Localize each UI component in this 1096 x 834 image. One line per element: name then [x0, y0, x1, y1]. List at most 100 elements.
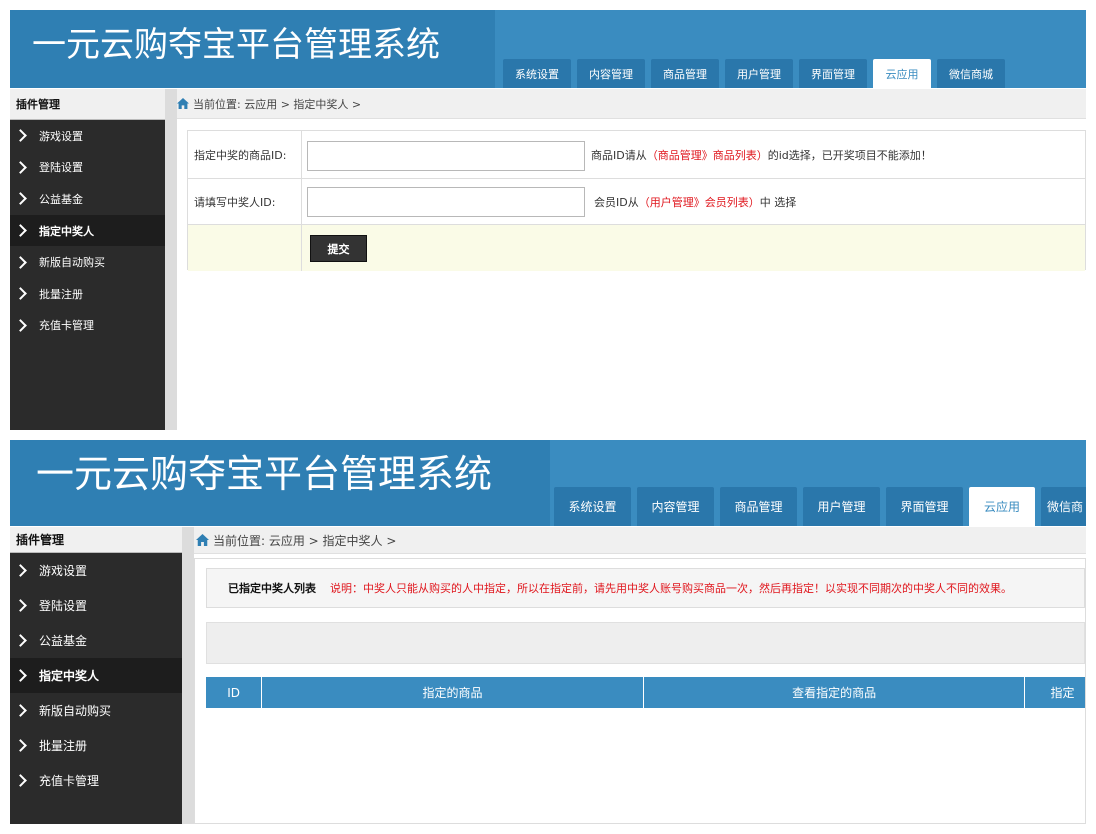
goods-hint-suffix: 的id选择，已开奖项目不能添加！ [767, 149, 932, 162]
sidebar2-item-label: 批量注册 [39, 739, 88, 753]
top-header: 一元云购夺宝平台管理系统 系统设置 内容管理 商品管理 用户管理 界面管理 云应用 微信商城 [10, 10, 1086, 88]
chevron-right-icon [14, 161, 27, 174]
sidebar2-item-label: 公益基金 [39, 634, 88, 648]
submit-row-label [188, 225, 302, 271]
chevron-right-icon [14, 564, 27, 577]
nav2-tab-2[interactable]: 商品管理 [720, 487, 797, 526]
sidebar-item-1[interactable]: 登陆设置 [10, 152, 165, 184]
submit-button[interactable]: 提交 [310, 235, 367, 262]
breadcrumb-text-2: 当前位置: 云应用 > 指定中奖人 > [213, 533, 397, 548]
sidebar2-item-1[interactable]: 登陆设置 [10, 588, 182, 623]
column-header-3: 指定 [1050, 686, 1075, 700]
nav2-tab-0[interactable]: 系统设置 [554, 487, 631, 526]
chevron-right-icon [14, 192, 27, 206]
sidebar-item-label: 充值卡管理 [39, 319, 94, 333]
column-header-2: 查看指定的商品 [644, 677, 1026, 708]
sidebar2-item-0[interactable]: 游戏设置 [10, 553, 182, 588]
nav2-tab-5[interactable]: 云应用 [969, 487, 1035, 526]
winner-list-panel: 已指定中奖人列表 说明：中奖人只能从购买的人中指定，所以在指定前，请先用中奖人账… [194, 558, 1086, 824]
main-nav-2: 系统设置 内容管理 商品管理 用户管理 界面管理 云应用 微信商 [554, 487, 1086, 526]
breadcrumb: 当前位置: 云应用 > 指定中奖人 > [177, 89, 1086, 119]
sidebar2-item-5[interactable]: 批量注册 [10, 728, 182, 763]
sidebar2-item-6[interactable]: 充值卡管理 [10, 763, 182, 798]
sidebar2-item-3[interactable]: 指定中奖人 [10, 658, 182, 693]
sidebar-title: 插件管理 [10, 89, 165, 120]
sidebar-item-5[interactable]: 批量注册 [10, 278, 165, 310]
sidebar-item-2[interactable]: 公益基金 [10, 183, 165, 215]
nav-tab-4[interactable]: 界面管理 [799, 59, 867, 88]
column-header-0: ID [206, 677, 263, 708]
member-id-row: 请填写中奖人ID: 会员ID从 （用户管理》会员列表）中 选择 [188, 179, 1085, 225]
chevron-right-icon [14, 634, 27, 647]
nav-tab-5[interactable]: 云应用 [873, 59, 931, 88]
nav2-tab-4[interactable]: 界面管理 [886, 487, 963, 526]
member-hint-suffix: 中 选择 [759, 196, 797, 209]
app-title: 一元云购夺宝平台管理系统 [10, 10, 495, 88]
nav-tab-2[interactable]: 商品管理 [651, 59, 719, 88]
sidebar-item-4[interactable]: 新版自动购买 [10, 246, 165, 278]
sidebar-menu: 游戏设置登陆设置公益基金指定中奖人新版自动购买 批量注册充值卡管理 [10, 120, 165, 341]
chevron-right-icon [14, 224, 27, 237]
sidebar2-item-label: 登陆设置 [39, 599, 88, 613]
app-title-2: 一元云购夺宝平台管理系统 [10, 440, 550, 526]
goods-id-input[interactable] [307, 141, 585, 171]
breadcrumb-2: 当前位置: 云应用 > 指定中奖人 > [194, 527, 1086, 554]
member-list-link[interactable]: （用户管理》会员列表） [639, 194, 760, 210]
sidebar-splitter[interactable] [165, 89, 177, 430]
chevron-right-icon [14, 669, 27, 682]
goods-list-link[interactable]: （商品管理》商品列表） [647, 147, 768, 163]
sidebar-title-2: 插件管理 [10, 527, 182, 553]
main-nav: 系统设置 内容管理 商品管理 用户管理 界面管理 云应用 微信商城 [503, 59, 1005, 88]
column-header-1: 指定的商品 [262, 677, 644, 708]
home-icon[interactable] [196, 534, 209, 546]
sidebar-item-label: 公益基金 [39, 192, 83, 206]
member-id-input[interactable] [307, 187, 585, 217]
chevron-right-icon [14, 129, 27, 143]
sidebar2-item-label: 充值卡管理 [39, 774, 100, 788]
chevron-right-icon [14, 774, 27, 787]
sidebar2-item-label: 新版自动购买 [39, 704, 112, 718]
chevron-right-icon [14, 287, 27, 301]
nav-tab-3[interactable]: 用户管理 [725, 59, 793, 88]
chevron-right-icon [14, 318, 27, 332]
breadcrumb-text: 当前位置: 云应用 > 指定中奖人 > [193, 97, 362, 111]
sidebar2-item-4[interactable]: 新版自动购买 [10, 693, 182, 728]
top-header-2: 一元云购夺宝平台管理系统 系统设置 内容管理 商品管理 用户管理 界面管理 云应用 微信商 [10, 440, 1086, 526]
winner-table-header: ID 指定的商品 查看指定的商品 指定 [206, 677, 1085, 708]
nav2-tab-1[interactable]: 内容管理 [637, 487, 714, 526]
nav-tab-6[interactable]: 微信商城 [937, 59, 1005, 88]
nav2-tab-6[interactable]: 微信商 [1041, 487, 1086, 526]
nav-tab-0[interactable]: 系统设置 [503, 59, 571, 88]
sidebar-item-label: 新版自动购买 [39, 256, 105, 270]
goods-id-label: 指定中奖的商品ID: [188, 131, 302, 178]
chevron-right-icon [14, 599, 27, 612]
winner-list-description: 说明：中奖人只能从购买的人中指定，所以在指定前，请先用中奖人账号购买商品一次，然… [330, 582, 1012, 595]
sidebar: 插件管理 游戏设置登陆设置公益基金指定中奖人新版自动购买 批量注册充值卡管理 [10, 89, 165, 430]
winner-list-notice: 已指定中奖人列表 说明：中奖人只能从购买的人中指定，所以在指定前，请先用中奖人账… [206, 568, 1085, 608]
sidebar-item-0[interactable]: 游戏设置 [10, 120, 165, 152]
sidebar-item-3[interactable]: 指定中奖人 [10, 214, 165, 247]
goods-id-row: 指定中奖的商品ID: 商品ID请从 （商品管理》商品列表） 的id选择，已开奖项目不… [188, 131, 1085, 179]
sidebar-item-label: 批量注册 [39, 287, 83, 301]
screenshot-top: 一元云购夺宝平台管理系统 系统设置 内容管理 商品管理 用户管理 界面管理 云应用 微信商城… [10, 10, 1086, 430]
chevron-right-icon [14, 255, 27, 269]
sidebar-item-label: 游戏设置 [39, 129, 83, 143]
member-id-hint: 会员ID从 （用户管理》会员列表）中 选择 [594, 179, 796, 225]
sidebar-2: 插件管理 游戏设置登陆设置公益基金指定中奖人新版自动购买 批量注册充值卡管理 [10, 527, 182, 824]
sidebar2-item-label: 指定中奖人 [39, 669, 100, 683]
home-icon[interactable] [177, 98, 189, 109]
nav2-tab-3[interactable]: 用户管理 [803, 487, 880, 526]
nav-tab-1[interactable]: 内容管理 [577, 59, 645, 88]
chevron-right-icon [14, 739, 27, 752]
goods-id-hint: 商品ID请从 （商品管理》商品列表） 的id选择，已开奖项目不能添加！ [591, 131, 932, 179]
assign-winner-form: 指定中奖的商品ID: 商品ID请从 （商品管理》商品列表） 的id选择，已开奖项目不… [187, 130, 1086, 271]
sidebar2-item-2[interactable]: 公益基金 [10, 623, 182, 658]
sidebar-item-6[interactable]: 充值卡管理 [10, 310, 165, 342]
winner-list-title: 已指定中奖人列表 [228, 582, 316, 595]
screenshot-bottom: 一元云购夺宝平台管理系统 系统设置 内容管理 商品管理 用户管理 界面管理 云应用 微信商 … [10, 440, 1086, 824]
member-hint-prefix: 会员ID从 [594, 196, 639, 209]
chevron-right-icon [14, 704, 27, 717]
member-id-label: 请填写中奖人ID: [188, 179, 302, 224]
sidebar-item-label: 指定中奖人 [39, 224, 94, 238]
sidebar-splitter-2[interactable] [182, 527, 194, 824]
